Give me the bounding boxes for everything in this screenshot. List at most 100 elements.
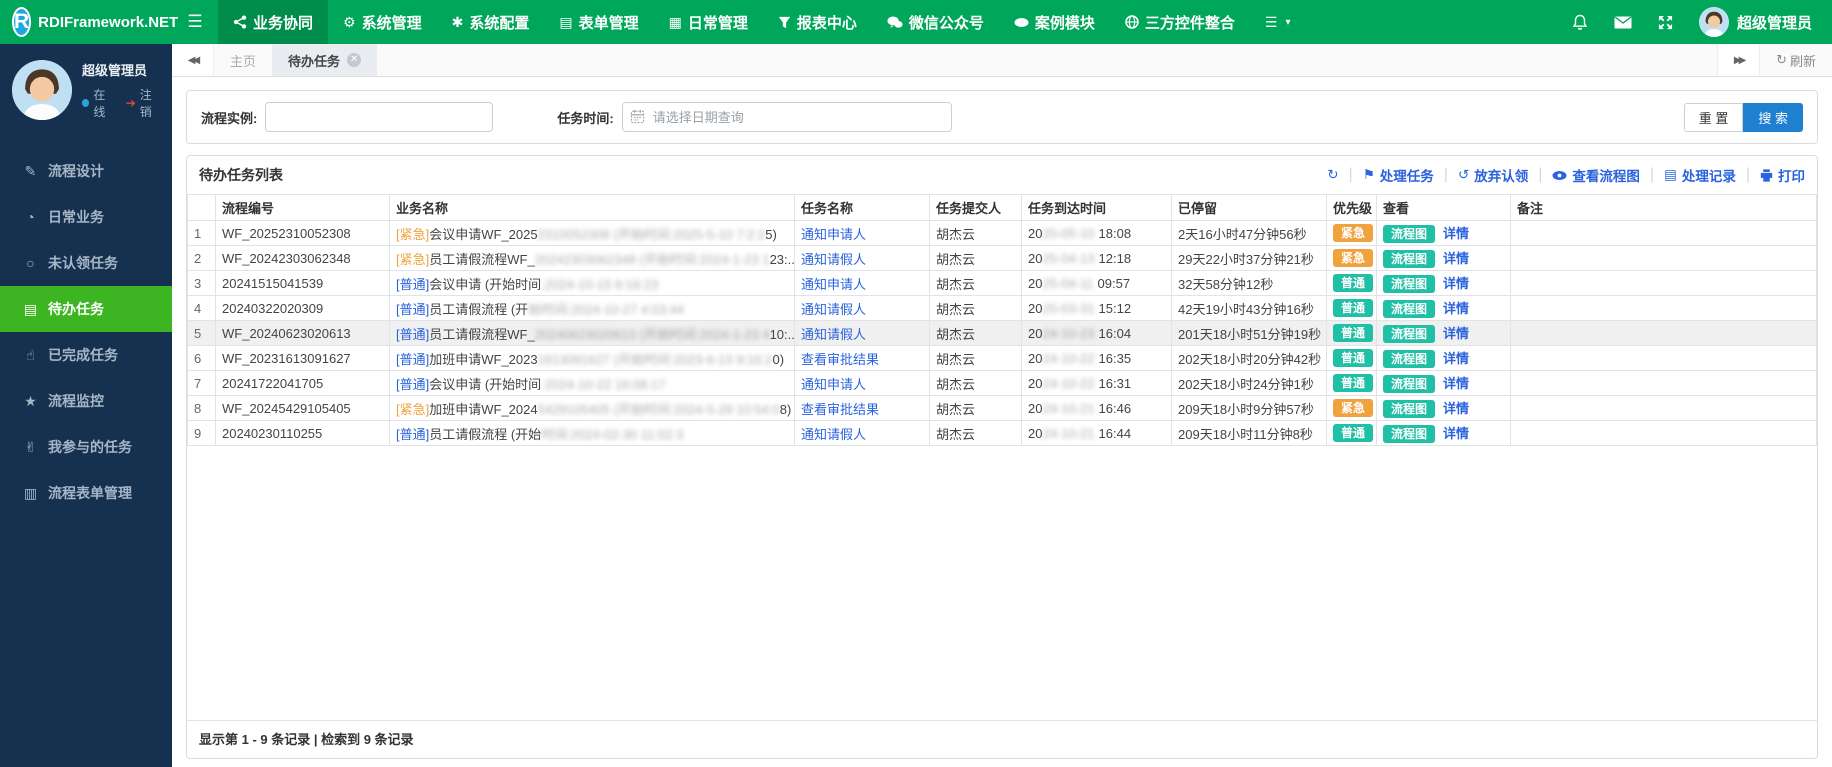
flow-code-cell: 20240230110255 [215, 420, 390, 446]
task-name-link[interactable]: 通知请假人 [801, 302, 866, 317]
business-name-text: 员工请假流程WF_ [429, 251, 535, 267]
nav-item-系统管理[interactable]: ⚙ 系统管理 [328, 0, 437, 44]
messages-button[interactable] [1614, 15, 1632, 29]
flow-chart-button[interactable]: 流程图 [1383, 425, 1436, 443]
tab-待办任务[interactable]: 待办任务 ✕ [272, 44, 378, 76]
table-row[interactable]: 7 20241722041705 [普通]会议申请 (开始时间:2024-10-22… [187, 370, 1817, 396]
detail-link[interactable]: 详情 [1443, 226, 1469, 241]
sidebar-item-已完成任务[interactable]: ☝ 已完成任务 [0, 332, 172, 378]
priority-tag: [紧急] [396, 251, 430, 267]
task-name-link[interactable]: 通知请假人 [801, 252, 866, 267]
table-row[interactable]: 9 20240230110255 [普通]员工请假流程 (开始时间:2024-02-… [187, 420, 1817, 446]
toolbar-action-放弃认领[interactable]: ↺ 放弃认领 [1458, 165, 1528, 185]
arrival-time-prefix: 20 [1028, 275, 1043, 291]
table-row[interactable]: 2 WF_20242303062348 [紧急]员工请假流程WF_202423030… [187, 245, 1817, 271]
refresh-label: 刷新 [1789, 53, 1816, 69]
business-name-text: 员工请假流程WF_ [429, 326, 535, 342]
flow-chart-button[interactable]: 流程图 [1383, 350, 1436, 368]
nav-item-系统配置[interactable]: ✱ 系统配置 [437, 0, 545, 44]
table-row[interactable]: 6 WF_20231613091627 [普通]加班申请WF_20231613091… [187, 345, 1817, 371]
priority-tag: [普通] [396, 351, 430, 367]
tabs-scroll-right-button[interactable]: ▶▶ [1717, 44, 1760, 76]
nav-item-日常管理[interactable]: ▦ 日常管理 [654, 0, 763, 44]
table-row[interactable]: 3 20241515041539 [普通]会议申请 (开始时间:2024-10-15… [187, 270, 1817, 296]
fullscreen-button[interactable] [1658, 15, 1673, 30]
detail-link[interactable]: 详情 [1443, 376, 1469, 391]
redacted-date: 24-10-21 [1042, 425, 1095, 441]
flow-chart-button[interactable]: 流程图 [1383, 250, 1436, 268]
nav-item-三方控件整合[interactable]: 三方控件整合 [1110, 0, 1250, 44]
flow-chart-button[interactable]: 流程图 [1383, 225, 1436, 243]
reset-button[interactable]: 重 置 [1683, 102, 1744, 132]
business-name-text: 会议申请WF_2025 [429, 226, 538, 242]
flow-chart-button[interactable]: 流程图 [1383, 400, 1436, 418]
flow-chart-button[interactable]: 流程图 [1383, 275, 1436, 293]
table-row[interactable]: 5 WF_20240623020613 [普通]员工请假流程WF_202406230… [187, 320, 1817, 346]
detail-link[interactable]: 详情 [1443, 426, 1469, 441]
task-name-link[interactable]: 通知申请人 [801, 227, 866, 242]
sidebar-item-流程表单管理[interactable]: ▥ 流程表单管理 [0, 470, 172, 516]
sidebar-item-我参与的任务[interactable]: ✌ 我参与的任务 [0, 424, 172, 470]
task-name-link[interactable]: 通知申请人 [801, 377, 866, 392]
nav-item-微信公众号[interactable]: 微信公众号 [872, 0, 999, 44]
nav-item-案例模块[interactable]: 案例模块 [999, 0, 1110, 44]
toolbar-action-处理任务[interactable]: ⚑ 处理任务 [1363, 165, 1434, 185]
sidebar-toggle-button[interactable]: ☰ [172, 0, 218, 44]
table-row[interactable]: 1 WF_20252310052308 [紧急]会议申请WF_20252310052… [187, 220, 1817, 246]
tab-close-icon[interactable]: ✕ [347, 53, 362, 67]
detail-link[interactable]: 详情 [1443, 251, 1469, 266]
nav-item-more[interactable]: ☰ ▾ [1250, 0, 1306, 44]
submitter-cell: 胡杰云 [929, 420, 1022, 446]
arrival-time-suffix: 16:31 [1098, 375, 1132, 391]
toolbar-action-查看流程图[interactable]: 查看流程图 [1552, 165, 1640, 185]
arrival-time-prefix: 20 [1028, 400, 1043, 416]
column-header: 已停留 [1171, 194, 1327, 221]
table-row[interactable]: 4 20240322020309 [普通]员工请假流程 (开始时间:2024-10-… [187, 295, 1817, 321]
stay-duration-cell: 32天58分钟12秒 [1171, 270, 1327, 296]
detail-link[interactable]: 详情 [1443, 326, 1469, 341]
tabs-scroll-left-button[interactable]: ◀◀ [172, 44, 214, 76]
notifications-button[interactable] [1572, 14, 1588, 31]
toolbar-action-打印[interactable]: 打印 [1760, 165, 1805, 185]
task-name-link[interactable]: 查看审批结果 [801, 402, 879, 417]
detail-link[interactable]: 详情 [1443, 351, 1469, 366]
detail-link[interactable]: 详情 [1443, 276, 1469, 291]
task-date-input[interactable] [621, 102, 952, 132]
arrival-time-prefix: 20 [1028, 375, 1043, 391]
refresh-icon: ↻ [1776, 52, 1787, 67]
pagination-summary: 显示第 1 - 9 条记录 | 检索到 9 条记录 [187, 720, 1817, 758]
sidebar-item-未认领任务[interactable]: ○ 未认领任务 [0, 240, 172, 286]
logout-link[interactable]: 注销 [140, 86, 162, 120]
task-name-link[interactable]: 通知申请人 [801, 277, 866, 292]
nav-item-业务协同[interactable]: 业务协同 [218, 0, 329, 44]
sidebar-item-待办任务[interactable]: ▤ 待办任务 [0, 286, 172, 332]
table-title: 待办任务列表 [199, 167, 283, 183]
row-number: 2 [187, 245, 216, 271]
flow-chart-button[interactable]: 流程图 [1383, 300, 1436, 318]
tab-refresh-button[interactable]: ↻ 刷新 [1759, 44, 1832, 76]
table-refresh-button[interactable]: ↻ [1327, 167, 1338, 183]
instance-input[interactable] [265, 102, 494, 132]
table-row[interactable]: 8 WF_20245429105405 [紧急]加班申请WF_20245429105… [187, 395, 1817, 421]
nav-item-表单管理[interactable]: ▤ 表单管理 [544, 0, 653, 44]
search-button[interactable]: 搜 索 [1743, 102, 1803, 132]
task-name-link[interactable]: 通知请假人 [801, 327, 866, 342]
detail-link[interactable]: 详情 [1443, 301, 1469, 316]
brand[interactable]: R RDIFramework.NET [0, 0, 178, 44]
flow-chart-button[interactable]: 流程图 [1383, 375, 1436, 393]
flow-code-cell: 20241515041539 [215, 270, 390, 296]
arrival-time-prefix: 20 [1028, 300, 1043, 316]
flow-chart-button[interactable]: 流程图 [1383, 325, 1436, 343]
sidebar-item-流程监控[interactable]: ★ 流程监控 [0, 378, 172, 424]
toolbar-action-处理记录[interactable]: ▤ 处理记录 [1664, 165, 1736, 185]
user-menu[interactable]: 超级管理员 [1698, 7, 1812, 37]
nav-item-报表中心[interactable]: 报表中心 [763, 0, 872, 44]
row-number: 3 [187, 270, 216, 296]
arrival-time-cell: 2025-05-10 18:08 [1021, 220, 1172, 246]
tab-主页[interactable]: 主页 [214, 44, 272, 76]
sidebar-item-日常业务[interactable]: ◔ 日常业务 [0, 194, 172, 240]
task-name-link[interactable]: 查看审批结果 [801, 352, 879, 367]
task-name-link[interactable]: 通知请假人 [801, 427, 866, 442]
sidebar-item-流程设计[interactable]: ✎ 流程设计 [0, 148, 172, 194]
detail-link[interactable]: 详情 [1443, 401, 1469, 416]
